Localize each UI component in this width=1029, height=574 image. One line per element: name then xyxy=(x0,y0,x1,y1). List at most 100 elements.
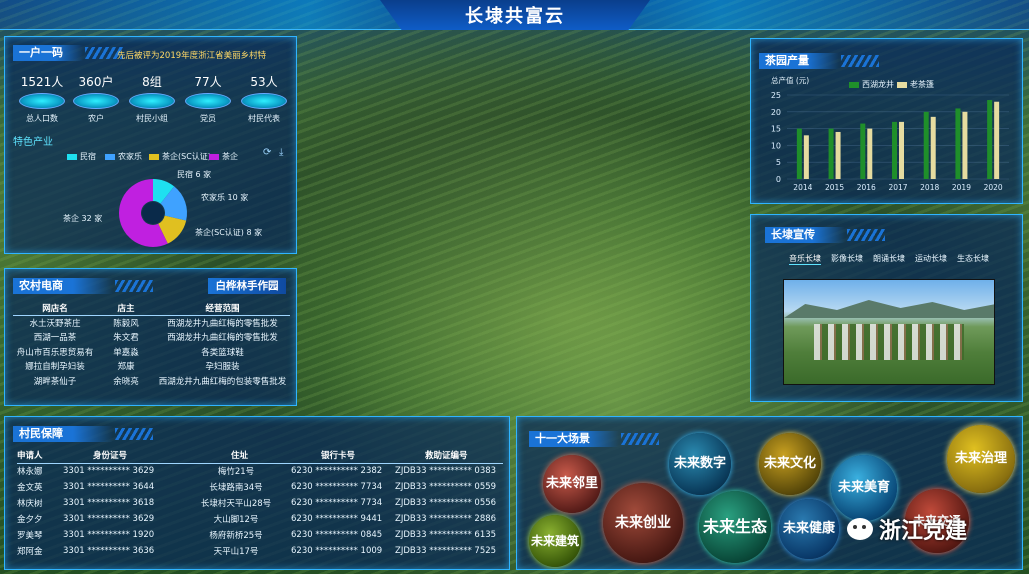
cell-id: 3301 ********** 1920 xyxy=(63,530,155,540)
cell-name: 金文英 xyxy=(17,483,43,493)
tab-recite[interactable]: 朗诵长埭 xyxy=(873,253,905,264)
tea-bar-chart: 0 5 10 15 20 25 2014 2015 2016 2017 2018 2019 2020 xyxy=(771,91,1009,192)
cell-shop: 舟山市百乐思贸易有 xyxy=(16,347,94,358)
cell-owner: 陈毅风 xyxy=(113,319,139,329)
stat-label: 总人口数 xyxy=(26,114,58,123)
legend-item[interactable]: 民宿 xyxy=(67,151,96,162)
table-row[interactable]: 林庆树 3301 ********** 3618 长埭村天平山28号 6230 ***… xyxy=(17,495,503,511)
table-row[interactable]: 林永娜 3301 ********** 3629 梅竹21号 6230 *******… xyxy=(17,463,503,479)
table-row[interactable]: 娜拉自制孕妇装 郑康 孕妇服装 xyxy=(13,359,290,374)
promo-video[interactable] xyxy=(783,279,995,385)
video-village xyxy=(814,324,964,360)
cell-cert: ZJDB33 ********** 0383 xyxy=(395,466,497,477)
x-tick-label: 2014 xyxy=(793,183,812,192)
y-tick-label: 20 xyxy=(771,108,781,117)
legend-item[interactable]: 茶企(SC认证) xyxy=(149,151,211,162)
legend-swatch xyxy=(897,81,907,88)
table-row[interactable]: 水土沃野茶庄 陈毅风 西湖龙井九曲红梅的零售批发 xyxy=(13,316,290,331)
legend-swatch xyxy=(209,153,219,160)
scene-bubble-ecology[interactable]: 未来生态 xyxy=(699,491,771,563)
chart-unit: 总产值 (元) xyxy=(771,76,810,85)
table-row[interactable]: 金文英 3301 ********** 3644 长埭路南34号 6230 *****… xyxy=(17,479,503,495)
table-header-row: 申请人 身份证号 住址 银行卡号 救助证编号 xyxy=(17,447,503,463)
table-row[interactable]: 郑阿金 3301 ********** 3636 天平山17号 6230 ******… xyxy=(17,543,503,559)
legend-item[interactable]: 农家乐 xyxy=(105,151,142,162)
bar-laochapeng[interactable] xyxy=(803,135,809,179)
x-tick-label: 2019 xyxy=(952,183,971,192)
table-row[interactable]: 湖畔茶仙子 余晓亮 西湖龙井九曲红梅的包装零售批发 xyxy=(13,374,290,389)
cell-owner: 朱文君 xyxy=(113,333,139,344)
bar-laochapeng[interactable] xyxy=(962,111,968,179)
stat-disk xyxy=(73,93,119,109)
x-tick-label: 2016 xyxy=(857,183,876,192)
cell-bank: 6230 ********** 0845 xyxy=(291,530,383,540)
download-icon[interactable]: ⤓ xyxy=(279,147,283,158)
tab-sport[interactable]: 运动长埭 xyxy=(915,253,947,264)
scene-bubble-digital[interactable]: 未来数字 xyxy=(669,433,731,495)
table-row[interactable]: 舟山市百乐思贸易有 单嘉淼 各类篮球鞋 xyxy=(13,345,290,360)
tab-music[interactable]: 音乐长埭 xyxy=(789,253,821,265)
y-tick-label: 0 xyxy=(776,175,781,184)
table-row[interactable]: 西湖一品茶 朱文君 西湖龙井九曲红梅的零售批发 xyxy=(13,330,290,345)
x-tick-label: 2015 xyxy=(825,183,844,192)
scene-bubble-building[interactable]: 未来建筑 xyxy=(529,515,581,567)
bar-longjing[interactable] xyxy=(828,128,834,179)
scenes-panel: 十一大场景 未来邻里 未来数字 未来文化 未来治理 未来美育 未来创业 未来生态… xyxy=(516,416,1023,570)
villager-panel: 村民保障 申请人 身份证号 住址 银行卡号 救助证编号 林永娜 3301 ****… xyxy=(4,416,510,570)
bar-laochapeng[interactable] xyxy=(899,121,904,179)
bar-laochapeng[interactable] xyxy=(835,131,841,179)
bar-longjing[interactable] xyxy=(955,108,961,179)
bar-longjing[interactable] xyxy=(987,100,993,179)
scene-bubble-startup[interactable]: 未来创业 xyxy=(603,483,683,563)
legend-swatch xyxy=(849,81,859,88)
tab-eco[interactable]: 生态长埭 xyxy=(957,253,989,264)
cell-address: 长埭路南34号 xyxy=(209,483,263,493)
bar-longjing[interactable] xyxy=(892,121,897,179)
bar-laochapeng[interactable] xyxy=(994,101,1000,179)
legend-swatch xyxy=(149,153,159,160)
bar-laochapeng[interactable] xyxy=(930,116,936,179)
column-header: 经营范围 xyxy=(205,304,240,314)
legend-swatch xyxy=(67,153,77,160)
cell-scope: 孕妇服装 xyxy=(205,362,240,373)
pie-label-nongjiale: 农家乐 10 家 xyxy=(201,193,249,202)
column-header: 住址 xyxy=(231,450,249,461)
ecommerce-panel: 农村电商 白桦林手作园 网店名 店主 经营范围 水土沃野茶庄 陈毅风 西湖龙井九曲红… xyxy=(4,268,297,406)
stat-label: 党员 xyxy=(200,114,216,123)
scene-bubble-neighbor[interactable]: 未来邻里 xyxy=(543,455,601,513)
table-row[interactable]: 罗美琴 3301 ********** 1920 杨府新桥25号 6230 *****… xyxy=(17,527,503,543)
tab-video[interactable]: 影像长埭 xyxy=(831,253,863,264)
panel-title: 一户一码 xyxy=(13,45,123,61)
legend-label: 农家乐 xyxy=(118,152,142,161)
bar-laochapeng[interactable] xyxy=(867,128,873,179)
refresh-icon[interactable]: ⟳ xyxy=(263,147,271,158)
y-tick-label: 25 xyxy=(771,91,781,100)
bar-longjing[interactable] xyxy=(860,123,866,179)
panel-title: 长埭宣传 xyxy=(765,227,885,243)
cell-address: 天平山17号 xyxy=(213,547,259,557)
cell-bank: 6230 ********** 2382 xyxy=(291,466,383,477)
scene-bubble-health[interactable]: 未来健康 xyxy=(779,499,839,559)
stat-label: 农户 xyxy=(88,114,104,123)
bar-longjing[interactable] xyxy=(923,111,929,179)
cell-id: 3301 ********** 3636 xyxy=(63,546,155,556)
villager-table: 申请人 身份证号 住址 银行卡号 救助证编号 林永娜 3301 *********… xyxy=(17,447,503,559)
cell-shop: 水土沃野茶庄 xyxy=(29,319,81,329)
panel-title: 十一大场景 xyxy=(529,431,659,447)
bar-longjing[interactable] xyxy=(796,128,802,179)
page-title: 长埭共富云 xyxy=(465,6,565,27)
stat-disk xyxy=(129,93,175,109)
column-header: 银行卡号 xyxy=(321,450,356,461)
cell-id: 3301 ********** 3644 xyxy=(63,482,155,492)
scene-bubble-aesthetic[interactable]: 未来美育 xyxy=(831,455,897,521)
pie-label-chaqi-sc: 茶企(SC认证) 8 家 xyxy=(195,228,263,237)
cell-id: 3301 ********** 3618 xyxy=(63,498,155,508)
y-tick-label: 10 xyxy=(771,141,781,150)
scene-bubble-culture[interactable]: 未来文化 xyxy=(759,433,821,495)
scene-bubble-governance[interactable]: 未来治理 xyxy=(947,425,1015,493)
legend-label: 茶企 xyxy=(222,152,238,161)
table-row[interactable]: 金夕夕 3301 ********** 3629 大山脚12号 6230 ******… xyxy=(17,511,503,527)
legend-item[interactable]: 茶企 xyxy=(209,151,238,162)
cell-cert: ZJDB33 ********** 2886 xyxy=(395,514,497,524)
cell-owner: 郑康 xyxy=(117,362,135,373)
